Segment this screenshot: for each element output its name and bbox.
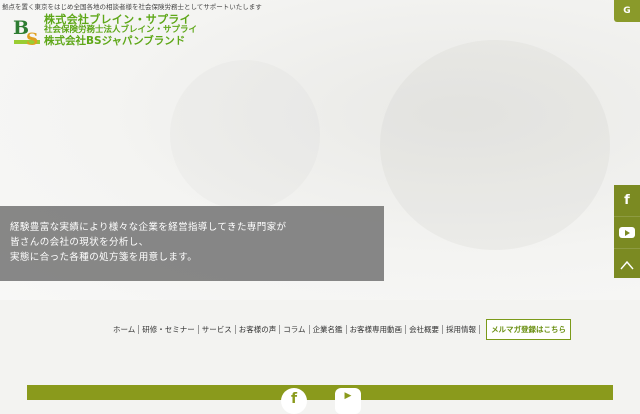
logo-line-3: 株式会社BSジャパンブランド [44,35,186,47]
nav-item-home[interactable]: ホーム [113,325,140,334]
nav-item-customer-videos[interactable]: お客様専用動画 [347,325,407,334]
scroll-top-button[interactable] [614,249,640,280]
hero-line-1: 経験豊富な実績により様々な企業を経営指導してきた専門家が [10,222,287,233]
main-nav: ホーム 研修・セミナー サービス お客様の声 コラム 企業名鑑 お客様専用動画 … [113,319,572,340]
hero-message: 経験豊富な実績により様々な企業を経営指導してきた専門家が 皆さんの会社の現状を分… [0,206,384,281]
youtube-icon [619,227,635,238]
facebook-button[interactable]: f [614,185,640,217]
side-social-bar: f [614,185,640,278]
nav-item-testimonials[interactable]: お客様の声 [236,325,281,334]
translate-button[interactable]: G [614,0,640,22]
nav-item-seminar[interactable]: 研修・セミナー [139,325,199,334]
chevron-up-icon [620,260,634,269]
footer-facebook-button[interactable]: f [281,388,307,414]
nav-item-directory[interactable]: 企業名鑑 [310,325,347,334]
youtube-button[interactable] [614,217,640,249]
nav-item-services[interactable]: サービス [199,325,236,334]
footer-youtube-button[interactable]: ▶ [335,388,361,414]
nav-item-company[interactable]: 会社概要 [406,325,444,334]
header-tagline: 拠点を置く東京をはじめ全国各地の相談者様を社会保険労務士としてサポートいたします [2,3,262,11]
translate-icon: G [623,6,631,16]
hero-line-2: 皆さんの会社の現状を分析し、 [10,237,149,248]
background-shape [170,60,320,210]
company-logo[interactable]: B S 株式会社ブレイン・サプライ 社会保険労務士法人ブレイン・サプライ 株式会… [12,13,197,50]
nav-item-recruit[interactable]: 採用情報 [443,325,481,334]
facebook-icon: f [624,193,630,208]
footer-band [27,385,613,400]
facebook-icon: f [290,391,298,407]
newsletter-signup-button[interactable]: メルマガ登録はこちら [486,319,572,340]
background-person-silhouette [380,40,610,250]
hero-line-3: 実態に合った各種の処方箋を用意します。 [10,252,198,263]
logo-line-1: 株式会社ブレイン・サプライ [44,13,191,26]
svg-text:S: S [26,30,38,48]
logo-mark: B S [12,14,42,50]
nav-item-column[interactable]: コラム [280,325,310,334]
